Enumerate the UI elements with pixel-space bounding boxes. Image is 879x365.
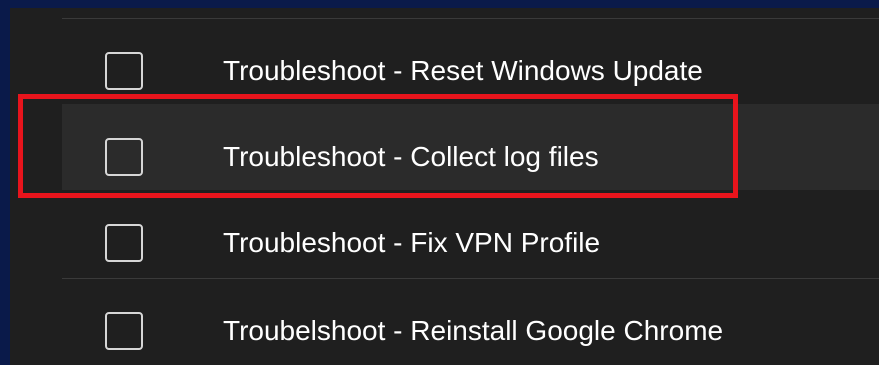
item-checkbox[interactable] <box>105 312 143 350</box>
item-checkbox[interactable] <box>105 138 143 176</box>
item-label: Troubelshoot - Reinstall Google Chrome <box>223 315 724 346</box>
item-label: Troubleshoot - Reset Windows Update <box>223 55 703 86</box>
row-divider <box>62 18 879 19</box>
task-list: Troubleshoot - Reset Windows Update Trou… <box>10 8 879 365</box>
item-checkbox[interactable] <box>105 224 143 262</box>
row-divider <box>62 278 879 279</box>
list-item[interactable]: Troubleshoot - Reset Windows Update <box>62 18 879 104</box>
task-list-panel: Troubleshoot - Reset Windows Update Trou… <box>10 8 879 365</box>
item-label: Troubleshoot - Fix VPN Profile <box>223 227 601 258</box>
list-item[interactable]: Troubleshoot - Fix VPN Profile <box>62 190 879 276</box>
list-item[interactable]: Troubleshoot - Collect log files <box>62 104 879 190</box>
item-checkbox[interactable] <box>105 52 143 90</box>
item-label: Troubleshoot - Collect log files <box>223 141 599 172</box>
list-item[interactable]: Troubelshoot - Reinstall Google Chrome <box>62 278 879 364</box>
